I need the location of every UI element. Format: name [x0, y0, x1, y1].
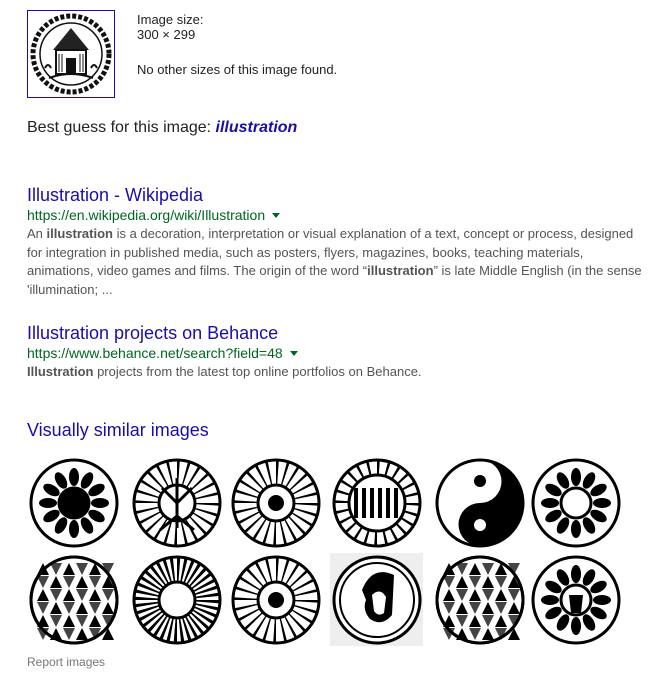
similar-image-8-drawing [132, 555, 221, 644]
similar-image-1[interactable] [27, 456, 120, 549]
similar-image-5[interactable] [433, 456, 526, 549]
similar-image-12[interactable] [529, 553, 622, 646]
image-info: Image size: 300 × 299 No other sizes of … [137, 12, 337, 77]
similar-image-6-drawing [531, 458, 620, 547]
search-result-2: Illustration projects on Behance https:/… [27, 322, 647, 382]
no-other-sizes-text: No other sizes of this image found. [137, 62, 338, 77]
similar-image-9[interactable] [229, 553, 322, 646]
best-guess-link[interactable]: illustration [216, 119, 298, 136]
result-url: https://en.wikipedia.org/wiki/Illustrati… [27, 206, 647, 224]
best-guess: Best guess for this image: illustration [27, 119, 297, 137]
query-image-thumbnail[interactable] [27, 10, 115, 98]
similar-image-2[interactable] [130, 456, 223, 549]
visually-similar-heading[interactable]: Visually similar images [27, 420, 209, 441]
similar-image-12-drawing [531, 555, 620, 644]
similar-image-10[interactable] [330, 553, 423, 646]
similar-image-4-drawing [332, 458, 421, 547]
chevron-down-icon[interactable] [289, 351, 298, 356]
similar-image-8[interactable] [130, 553, 223, 646]
similar-image-10-drawing [332, 555, 421, 644]
similar-image-11-drawing [435, 555, 524, 644]
image-size-label: Image size: [137, 12, 204, 27]
chevron-down-icon[interactable] [272, 213, 281, 218]
result-url: https://www.behance.net/search?field=48 [27, 344, 647, 362]
similar-image-5-drawing [435, 458, 524, 547]
similar-image-2-drawing [132, 458, 221, 547]
result-title-link[interactable]: Illustration - Wikipedia [27, 184, 647, 206]
result-title-link[interactable]: Illustration projects on Behance [27, 322, 647, 344]
similar-image-11[interactable] [433, 553, 526, 646]
best-guess-prefix: Best guess for this image: [27, 119, 216, 136]
similar-image-6[interactable] [529, 456, 622, 549]
result-url-text: https://www.behance.net/search?field=48 [27, 345, 283, 361]
result-snippet: Illustration projects from the latest to… [27, 364, 422, 379]
similar-image-7[interactable] [27, 553, 120, 646]
result-url-text: https://en.wikipedia.org/wiki/Illustrati… [27, 207, 266, 223]
similar-image-7-drawing [29, 555, 118, 644]
search-result-1: Illustration - Wikipedia https://en.wiki… [27, 184, 647, 299]
result-snippet: An illustration is a decoration, interpr… [27, 226, 642, 297]
report-images-link[interactable]: Report images [27, 655, 105, 669]
similar-image-4[interactable] [330, 456, 423, 549]
image-size-value: 300 × 299 [137, 27, 196, 42]
similar-image-9-drawing [231, 555, 320, 644]
query-image-hut-icon [30, 13, 112, 95]
similar-image-3[interactable] [229, 456, 322, 549]
similar-image-3-drawing [231, 458, 320, 547]
similar-image-1-drawing [29, 458, 118, 547]
